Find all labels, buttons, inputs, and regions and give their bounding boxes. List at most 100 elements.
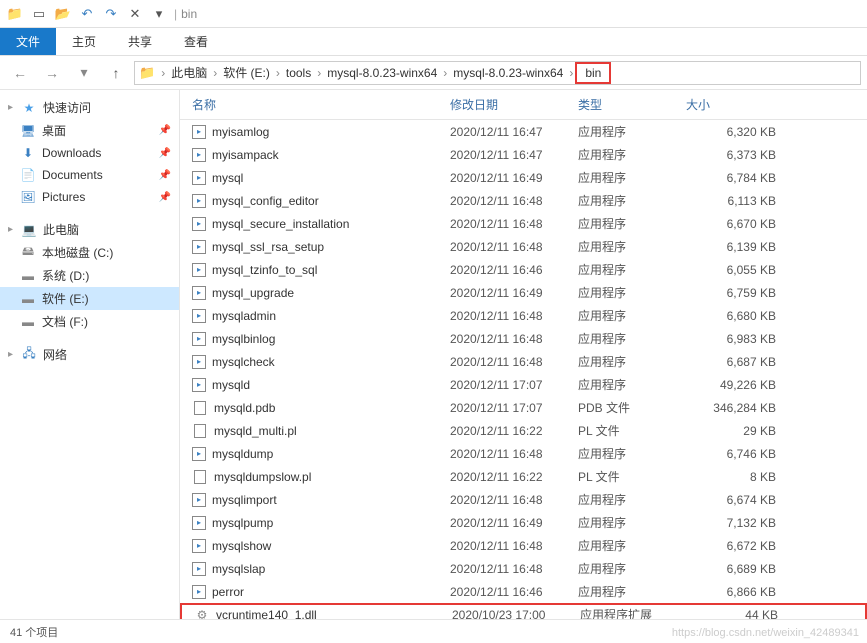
props-icon[interactable]: ▭ bbox=[28, 4, 50, 24]
file-size: 44 KB bbox=[688, 608, 798, 620]
file-type: 应用程序 bbox=[578, 238, 686, 255]
file-type: 应用程序 bbox=[578, 192, 686, 209]
file-row[interactable]: ▸myisampack2020/12/11 16:47应用程序6,373 KB bbox=[180, 143, 867, 166]
nav-up-button[interactable]: ↑ bbox=[102, 60, 130, 86]
exe-icon: ▸ bbox=[192, 171, 206, 185]
file-row[interactable]: ▸mysqld2020/12/11 17:07应用程序49,226 KB bbox=[180, 373, 867, 396]
file-type: 应用程序 bbox=[578, 169, 686, 186]
sidebar-drive-f[interactable]: ▬文档 (F:) bbox=[0, 310, 179, 333]
sidebar-documents[interactable]: 📄Documents📌 bbox=[0, 164, 179, 186]
file-row[interactable]: ▸mysqlbinlog2020/12/11 16:48应用程序6,983 KB bbox=[180, 327, 867, 350]
nav-back-button[interactable]: ← bbox=[6, 60, 34, 86]
tab-share[interactable]: 共享 bbox=[112, 28, 168, 55]
sidebar-drive-d[interactable]: ▬系统 (D:) bbox=[0, 264, 179, 287]
file-row[interactable]: ▸mysql_config_editor2020/12/11 16:48应用程序… bbox=[180, 189, 867, 212]
watermark: https://blog.csdn.net/weixin_42489341 bbox=[672, 627, 859, 639]
qat-dropdown-icon[interactable]: ▾ bbox=[148, 4, 170, 24]
sidebar-label: 快速访问 bbox=[43, 99, 91, 116]
chevron-right-icon: ▸ bbox=[8, 349, 13, 360]
sidebar-desktop[interactable]: 🖥桌面📌 bbox=[0, 119, 179, 142]
file-type: 应用程序 bbox=[578, 146, 686, 163]
header-date[interactable]: 修改日期 bbox=[450, 96, 578, 113]
pin-icon: 📌 bbox=[159, 192, 171, 203]
breadcrumb-item[interactable]: tools bbox=[282, 66, 315, 80]
pin-icon: 📌 bbox=[159, 125, 171, 136]
file-row[interactable]: mysqld_multi.pl2020/12/11 16:22PL 文件29 K… bbox=[180, 419, 867, 442]
breadcrumb-item[interactable]: mysql-8.0.23-winx64 bbox=[323, 66, 441, 80]
file-row[interactable]: ▸mysqlpump2020/12/11 16:49应用程序7,132 KB bbox=[180, 511, 867, 534]
file-row[interactable]: ▸mysqlimport2020/12/11 16:48应用程序6,674 KB bbox=[180, 488, 867, 511]
chevron-right-icon[interactable]: › bbox=[441, 66, 449, 80]
pictures-icon: 🖼 bbox=[20, 189, 36, 205]
file-type: 应用程序 bbox=[578, 491, 686, 508]
file-name: ▸mysqlshow bbox=[192, 539, 450, 553]
exe-icon: ▸ bbox=[192, 447, 206, 461]
chevron-right-icon[interactable]: › bbox=[159, 66, 167, 80]
file-row[interactable]: mysqldumpslow.pl2020/12/11 16:22PL 文件8 K… bbox=[180, 465, 867, 488]
tab-file[interactable]: 文件 bbox=[0, 28, 56, 55]
file-name: ▸mysqlslap bbox=[192, 562, 450, 576]
sidebar-this-pc[interactable]: ▸💻此电脑 bbox=[0, 218, 179, 241]
tab-view[interactable]: 查看 bbox=[168, 28, 224, 55]
breadcrumb-item-current[interactable]: bin bbox=[575, 62, 611, 84]
file-date: 2020/12/11 16:49 bbox=[450, 516, 578, 530]
nav-history-button[interactable]: ▾ bbox=[70, 60, 98, 86]
file-type: 应用程序 bbox=[578, 261, 686, 278]
file-row[interactable]: ▸mysql_ssl_rsa_setup2020/12/11 16:48应用程序… bbox=[180, 235, 867, 258]
breadcrumb-item[interactable]: mysql-8.0.23-winx64 bbox=[449, 66, 567, 80]
file-type: 应用程序 bbox=[578, 284, 686, 301]
file-row[interactable]: ▸mysqladmin2020/12/11 16:48应用程序6,680 KB bbox=[180, 304, 867, 327]
file-row[interactable]: ▸mysqlshow2020/12/11 16:48应用程序6,672 KB bbox=[180, 534, 867, 557]
sidebar-downloads[interactable]: ⬇Downloads📌 bbox=[0, 142, 179, 164]
breadcrumb[interactable]: 📁 › 此电脑 › 软件 (E:) › tools › mysql-8.0.23… bbox=[134, 61, 861, 85]
sidebar-drive-c[interactable]: 🖴本地磁盘 (C:) bbox=[0, 241, 179, 264]
nav-fwd-button[interactable]: → bbox=[38, 60, 66, 86]
header-type[interactable]: 类型 bbox=[578, 96, 686, 113]
file-row[interactable]: ▸mysqlslap2020/12/11 16:48应用程序6,689 KB bbox=[180, 557, 867, 580]
exe-icon: ▸ bbox=[192, 286, 206, 300]
pc-icon: 💻 bbox=[21, 222, 37, 238]
file-size: 6,687 KB bbox=[686, 355, 796, 369]
file-row[interactable]: mysqld.pdb2020/12/11 17:07PDB 文件346,284 … bbox=[180, 396, 867, 419]
header-size[interactable]: 大小 bbox=[686, 96, 796, 113]
file-type: PL 文件 bbox=[578, 422, 686, 439]
sidebar-pictures[interactable]: 🖼 Pictures 📌 bbox=[0, 186, 179, 208]
breadcrumb-item[interactable]: 软件 (E:) bbox=[219, 64, 274, 81]
redo-icon[interactable]: ↷ bbox=[100, 4, 122, 24]
tab-home[interactable]: 主页 bbox=[56, 28, 112, 55]
file-size: 6,689 KB bbox=[686, 562, 796, 576]
chevron-right-icon[interactable]: › bbox=[274, 66, 282, 80]
sidebar-network[interactable]: ▸🖧网络 bbox=[0, 343, 179, 366]
undo-icon[interactable]: ↶ bbox=[76, 4, 98, 24]
header-name[interactable]: 名称 bbox=[192, 96, 450, 113]
file-row[interactable]: ▸mysqldump2020/12/11 16:48应用程序6,746 KB bbox=[180, 442, 867, 465]
chevron-right-icon[interactable]: › bbox=[315, 66, 323, 80]
file-name: ▸mysqldump bbox=[192, 447, 450, 461]
folder-icon[interactable]: 📁 bbox=[4, 4, 26, 24]
delete-icon[interactable]: ✕ bbox=[124, 4, 146, 24]
file-date: 2020/12/11 16:22 bbox=[450, 424, 578, 438]
exe-icon: ▸ bbox=[192, 355, 206, 369]
file-type: 应用程序 bbox=[578, 376, 686, 393]
file-row[interactable]: ▸perror2020/12/11 16:46应用程序6,866 KB bbox=[180, 580, 867, 603]
open-folder-icon[interactable]: 📂 bbox=[52, 4, 74, 24]
sidebar-label: 此电脑 bbox=[43, 221, 79, 238]
file-row[interactable]: ▸mysql_upgrade2020/12/11 16:49应用程序6,759 … bbox=[180, 281, 867, 304]
file-row[interactable]: ▸mysqlcheck2020/12/11 16:48应用程序6,687 KB bbox=[180, 350, 867, 373]
chevron-right-icon[interactable]: › bbox=[567, 66, 575, 80]
file-size: 6,139 KB bbox=[686, 240, 796, 254]
sidebar-label: Pictures bbox=[42, 190, 85, 204]
sidebar-quick-access[interactable]: ▸★快速访问 bbox=[0, 96, 179, 119]
breadcrumb-item[interactable]: 此电脑 bbox=[167, 64, 211, 81]
file-size: 6,320 KB bbox=[686, 125, 796, 139]
file-row[interactable]: ▸mysql2020/12/11 16:49应用程序6,784 KB bbox=[180, 166, 867, 189]
file-list[interactable]: ▸myisamlog2020/12/11 16:47应用程序6,320 KB▸m… bbox=[180, 120, 867, 619]
sidebar-drive-e[interactable]: ▬软件 (E:) bbox=[0, 287, 179, 310]
sidebar-network-group: ▸🖧网络 bbox=[0, 343, 179, 366]
file-row[interactable]: ▸mysql_tzinfo_to_sql2020/12/11 16:46应用程序… bbox=[180, 258, 867, 281]
file-row[interactable]: ▸mysql_secure_installation2020/12/11 16:… bbox=[180, 212, 867, 235]
chevron-right-icon[interactable]: › bbox=[211, 66, 219, 80]
file-row[interactable]: ⚙vcruntime140_1.dll2020/10/23 17:00应用程序扩… bbox=[180, 603, 867, 619]
file-size: 6,373 KB bbox=[686, 148, 796, 162]
file-row[interactable]: ▸myisamlog2020/12/11 16:47应用程序6,320 KB bbox=[180, 120, 867, 143]
